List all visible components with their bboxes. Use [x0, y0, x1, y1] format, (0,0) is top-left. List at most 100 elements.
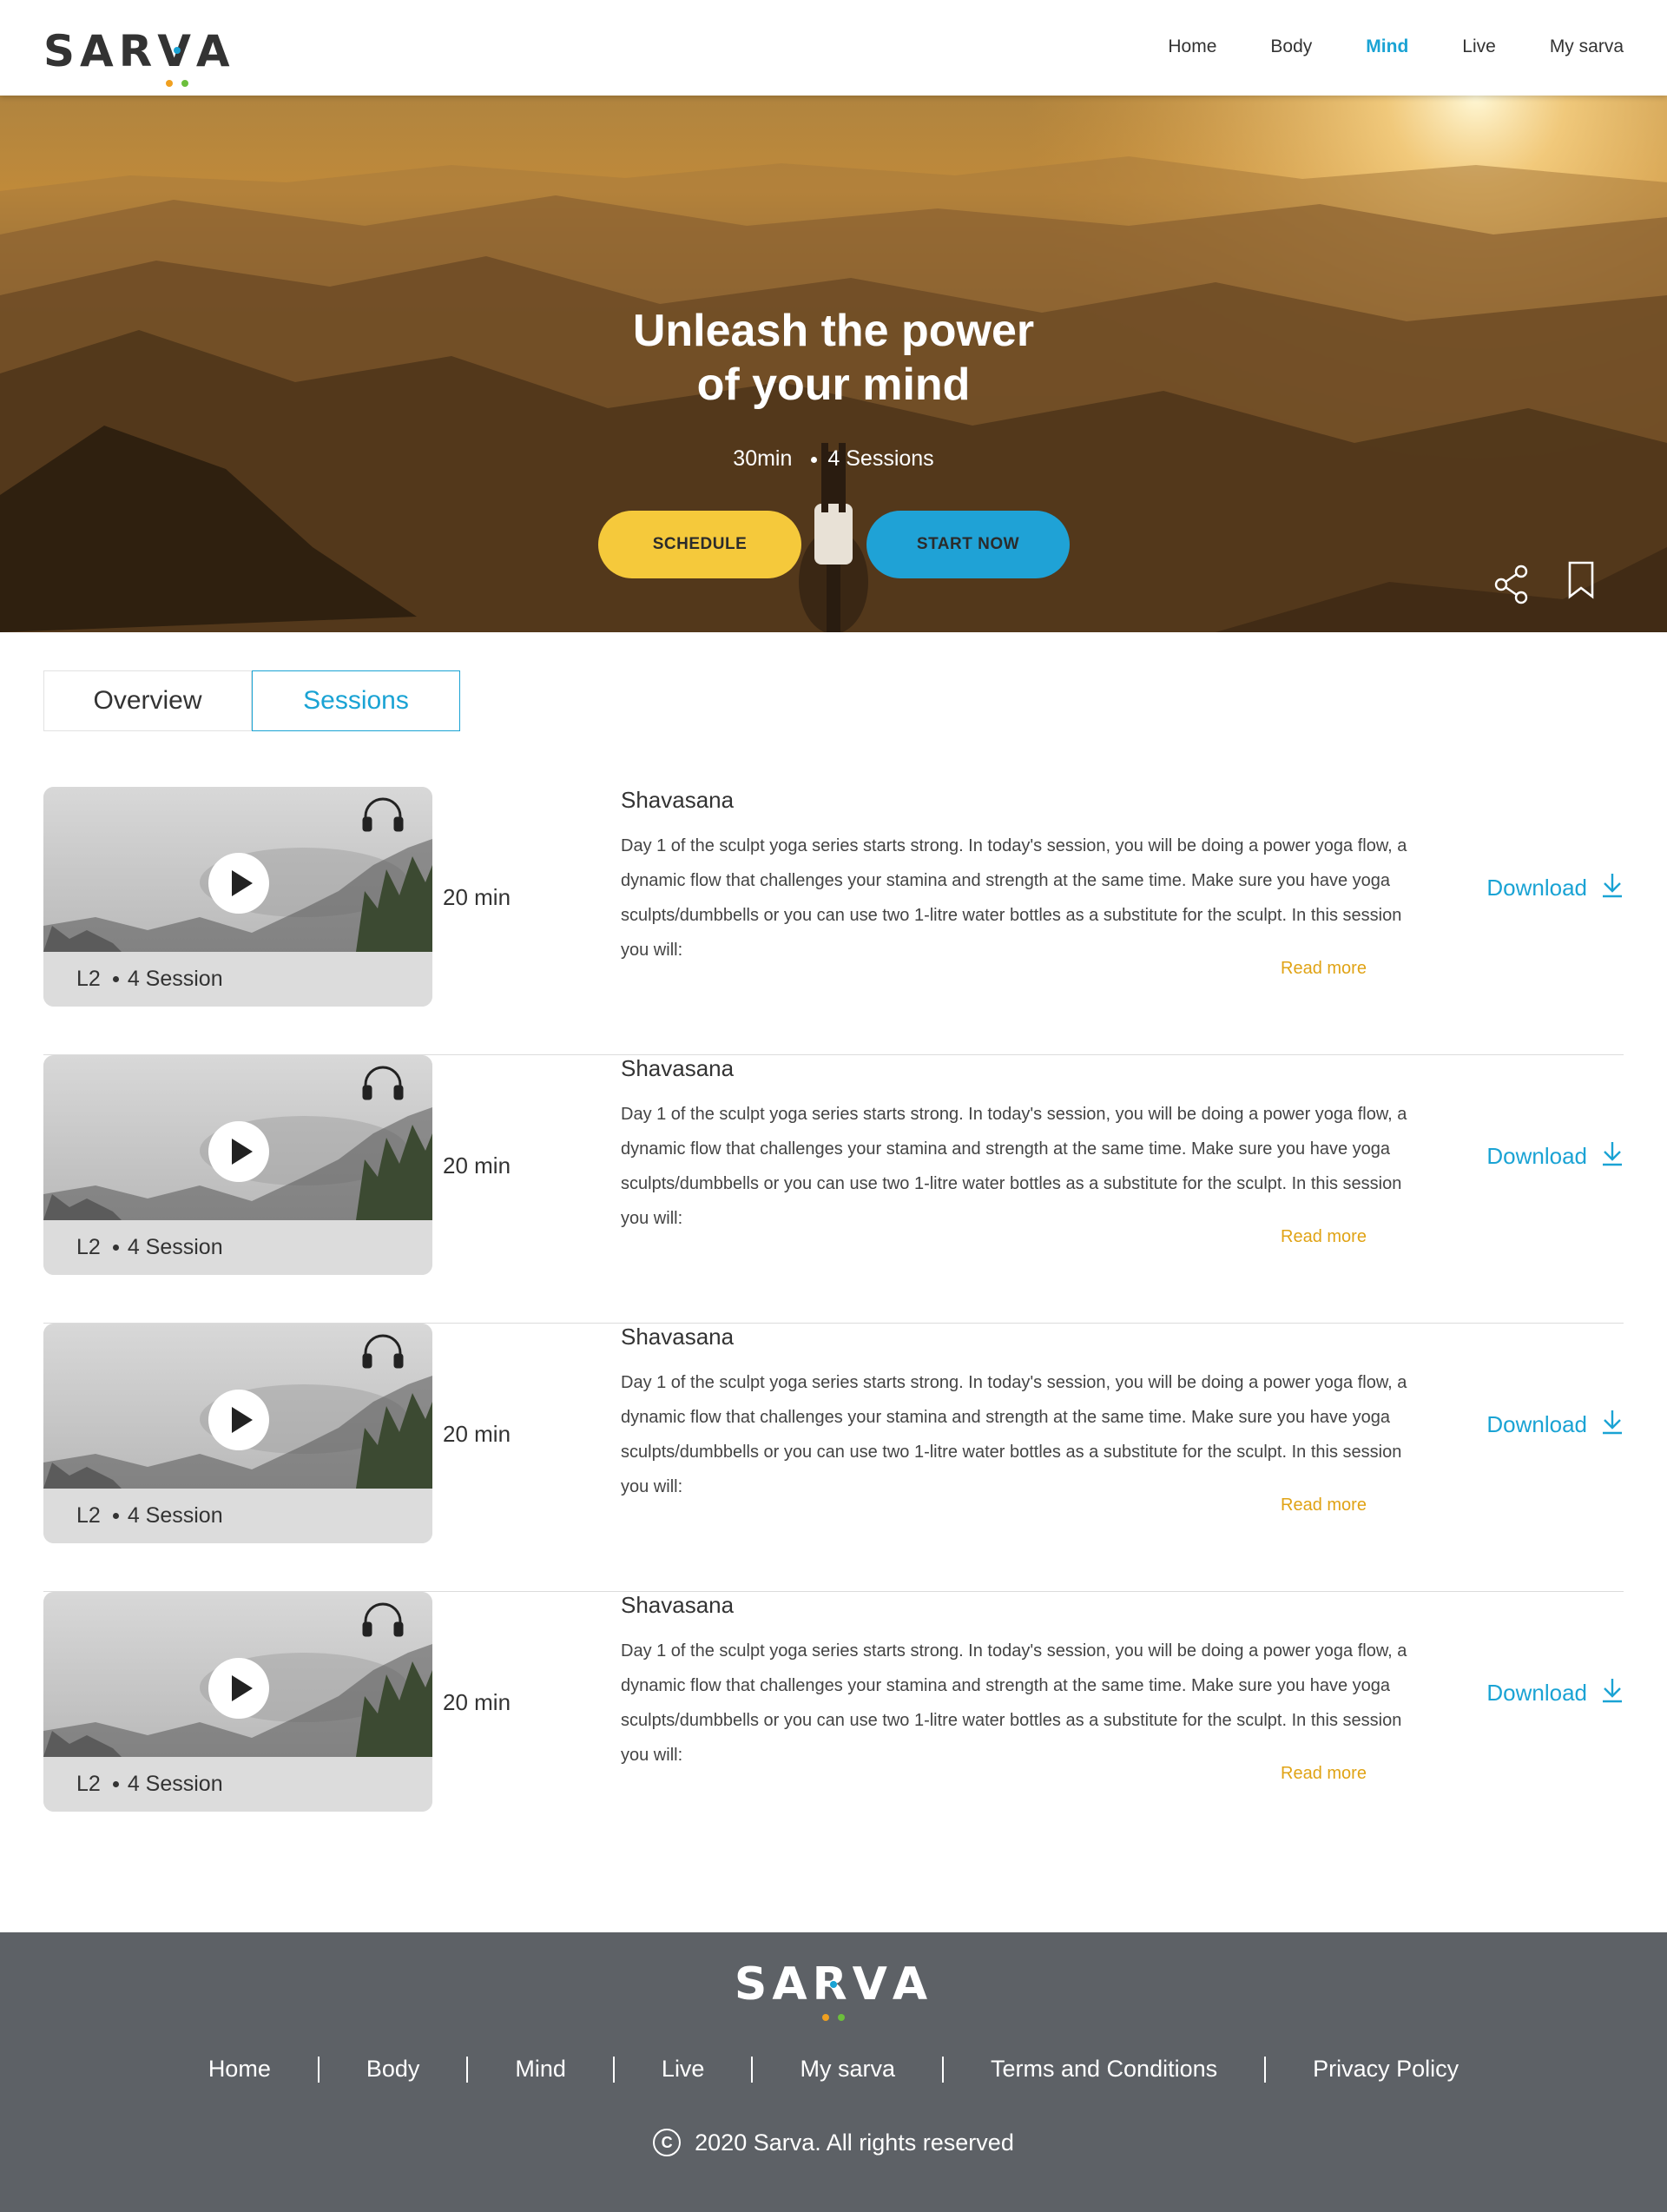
download-button[interactable]: Download [1486, 1677, 1624, 1709]
play-button[interactable] [208, 853, 269, 914]
session-count: 4 Session [127, 967, 223, 991]
download-icon [1601, 1409, 1624, 1441]
session-title: Shavasana [621, 1592, 735, 1618]
session-level: L2 [76, 1503, 101, 1528]
play-button[interactable] [208, 1658, 269, 1719]
session-count: 4 Session [127, 1772, 223, 1796]
download-button[interactable]: Download [1486, 1409, 1624, 1441]
footer-logo[interactable]: SARV A [0, 1958, 1667, 2021]
session-title: Shavasana [621, 1324, 735, 1350]
copyright-icon: C [653, 2129, 682, 2156]
read-more-link[interactable]: Read more [1281, 1227, 1367, 1247]
session-thumbnail[interactable]: L2 4 Session [43, 1324, 432, 1543]
read-more-link[interactable]: Read more [1281, 1764, 1367, 1784]
session-duration: 20 min [443, 1152, 511, 1179]
hero-meta: 30min 4 Sessions [0, 446, 1667, 472]
hero-title: Unleash the power of your mind [0, 304, 1667, 412]
hero-title-line-1: Unleash the power [632, 306, 1035, 356]
footer-link-terms-and-conditions[interactable]: Terms and Conditions [944, 2056, 1264, 2083]
session-level-bar: L2 4 Session [43, 1489, 432, 1543]
footer-link-home[interactable]: Home [161, 2056, 318, 2083]
session-duration: 20 min [443, 1689, 511, 1715]
hero-duration: 30min [733, 446, 793, 471]
download-icon [1601, 1140, 1624, 1172]
play-button[interactable] [208, 1121, 269, 1182]
start-now-button[interactable]: START NOW [866, 511, 1070, 578]
session-level: L2 [76, 1235, 101, 1259]
session-duration: 20 min [443, 884, 511, 910]
read-more-link[interactable]: Read more [1281, 959, 1367, 979]
logo-dot [838, 2014, 845, 2021]
session-description: Day 1 of the sculpt yoga series starts s… [621, 836, 1407, 960]
session-description: Day 1 of the sculpt yoga series starts s… [621, 1641, 1407, 1765]
main-nav: Home Body Mind Live My sarva [1168, 36, 1624, 57]
logo-dot [830, 1981, 837, 1988]
session-row: L2 4 Session 20 min Shavasana Day 1 of the s… [43, 1592, 1624, 1860]
tab-sessions[interactable]: Sessions [252, 670, 460, 731]
session-title: Shavasana [621, 1055, 735, 1081]
level-separator-dot [112, 1781, 119, 1787]
session-level: L2 [76, 967, 101, 991]
download-label: Download [1486, 1411, 1587, 1437]
logo-dot [165, 80, 173, 87]
share-icon[interactable] [1493, 565, 1530, 609]
schedule-button[interactable]: SCHEDULE [598, 511, 801, 578]
session-thumbnail[interactable]: L2 4 Session [43, 787, 432, 1007]
download-label: Download [1486, 1143, 1587, 1169]
bookmark-icon[interactable] [1568, 561, 1594, 604]
copyright-text: 2020 Sarva. All rights reserved [695, 2129, 1014, 2156]
logo-dots-icon [822, 1981, 845, 2021]
footer-copyright: C 2020 Sarva. All rights reserved [0, 2129, 1667, 2156]
nav-item-body[interactable]: Body [1270, 36, 1312, 57]
tab-overview[interactable]: Overview [43, 670, 252, 731]
session-level-bar: L2 4 Session [43, 952, 432, 1007]
download-label: Download [1486, 1680, 1587, 1706]
session-title: Shavasana [621, 787, 735, 813]
session-count: 4 Session [127, 1235, 223, 1259]
download-icon [1601, 872, 1624, 904]
logo[interactable]: SARVA [43, 26, 235, 87]
hero-session-count: 4 Sessions [827, 446, 934, 471]
session-description: Day 1 of the sculpt yoga series starts s… [621, 1373, 1407, 1496]
session-duration: 20 min [443, 1421, 511, 1447]
session-thumbnail[interactable]: L2 4 Session [43, 1055, 432, 1275]
hero-title-line-2: of your mind [696, 360, 971, 410]
footer-link-privacy-policy[interactable]: Privacy Policy [1266, 2056, 1506, 2083]
content-tabs: Overview Sessions [43, 670, 460, 731]
site-footer: SARV A Home Body Mind Live My sarva Terms and … [0, 1932, 1667, 2212]
session-thumbnail[interactable]: L2 4 Session [43, 1592, 432, 1812]
footer-link-live[interactable]: Live [615, 2056, 752, 2083]
session-list: L2 4 Session 20 min Shavasana Day 1 of the s… [43, 787, 1624, 1860]
level-separator-dot [112, 976, 119, 982]
hero-banner: Unleash the power of your mind 30min 4 Se… [0, 96, 1667, 632]
session-row: L2 4 Session 20 min Shavasana Day 1 of the s… [43, 1055, 1624, 1324]
level-separator-dot [112, 1513, 119, 1519]
logo-dots-icon [165, 47, 188, 87]
read-more-link[interactable]: Read more [1281, 1496, 1367, 1515]
play-button[interactable] [208, 1390, 269, 1450]
download-button[interactable]: Download [1486, 1140, 1624, 1172]
site-header: SARVA Home Body Mind Live My sarva [0, 0, 1667, 96]
footer-link-mind[interactable]: Mind [468, 2056, 613, 2083]
nav-item-live[interactable]: Live [1462, 36, 1496, 57]
footer-links: Home Body Mind Live My sarva Terms and Condit… [0, 2056, 1667, 2083]
footer-link-my-sarva[interactable]: My sarva [753, 2056, 942, 2083]
session-row: L2 4 Session 20 min Shavasana Day 1 of the s… [43, 787, 1624, 1055]
session-level: L2 [76, 1772, 101, 1796]
session-level-bar: L2 4 Session [43, 1757, 432, 1812]
session-level-bar: L2 4 Session [43, 1220, 432, 1275]
nav-item-my-sarva[interactable]: My sarva [1550, 36, 1624, 57]
session-count: 4 Session [127, 1503, 223, 1528]
session-description: Day 1 of the sculpt yoga series starts s… [621, 1105, 1407, 1228]
level-separator-dot [112, 1245, 119, 1251]
logo-v-mark: V [157, 26, 196, 87]
nav-item-mind[interactable]: Mind [1366, 36, 1408, 57]
nav-item-home[interactable]: Home [1168, 36, 1216, 57]
logo-dot [822, 2014, 829, 2021]
meta-separator-dot [811, 456, 818, 463]
download-icon [1601, 1677, 1624, 1709]
footer-link-body[interactable]: Body [320, 2056, 467, 2083]
download-button[interactable]: Download [1486, 872, 1624, 904]
logo-v-mark: V [822, 1958, 893, 2021]
download-label: Download [1486, 875, 1587, 901]
